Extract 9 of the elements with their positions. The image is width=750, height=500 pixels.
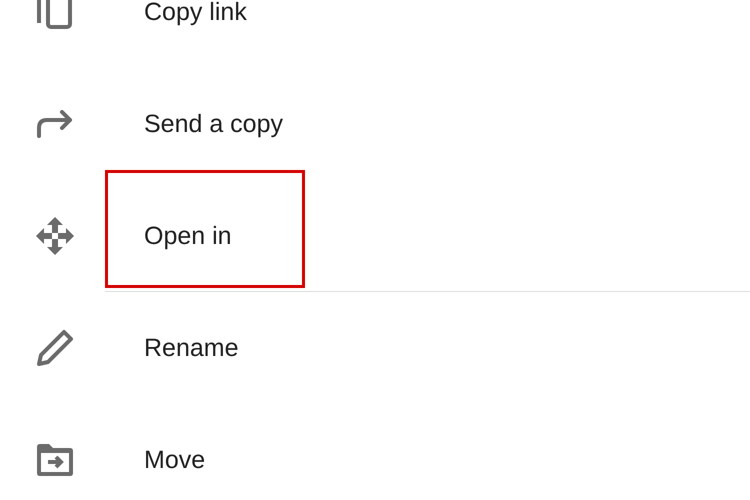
menu-item[interactable]: Move <box>144 446 206 474</box>
menu-item[interactable]: Rename <box>144 334 238 362</box>
forward-arrow-icon <box>36 110 74 138</box>
menu-item[interactable]: Open in <box>144 222 232 250</box>
menu-item[interactable]: Copy link <box>144 0 247 26</box>
menu-item[interactable]: Send a copy <box>144 110 283 138</box>
pencil-icon <box>36 329 74 367</box>
move-arrows-icon <box>35 216 75 256</box>
folder-arrow-icon <box>35 443 75 477</box>
